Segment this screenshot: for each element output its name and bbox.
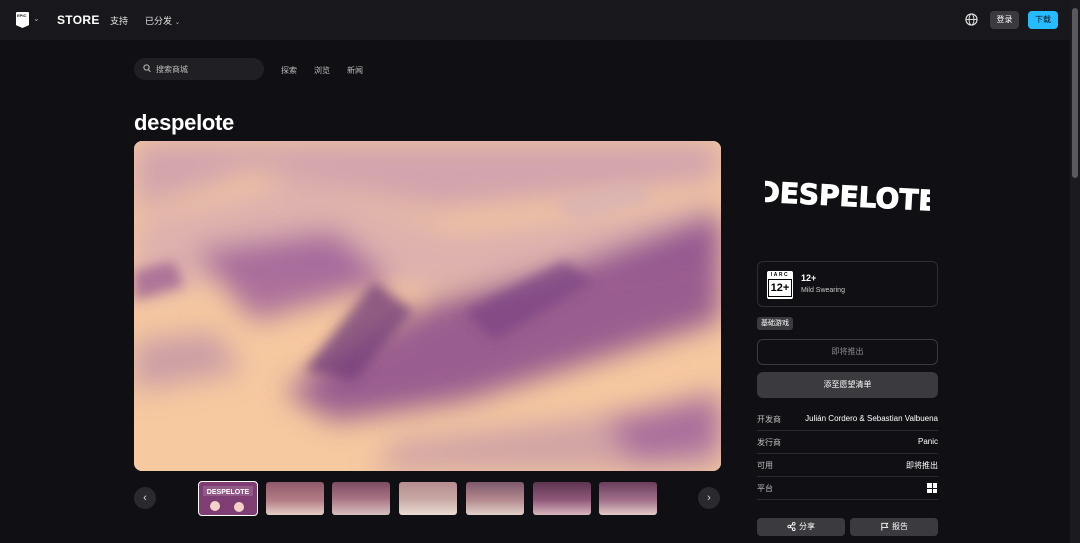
platform-row: 平台 xyxy=(757,477,938,500)
report-label: 报告 xyxy=(892,522,908,531)
search-icon xyxy=(143,64,151,73)
globe-icon[interactable] xyxy=(965,13,978,26)
availability-value: 即将推出 xyxy=(906,461,938,470)
discover-link[interactable]: 探索 xyxy=(281,65,297,76)
iarc-rating-icon: IARC 12+ xyxy=(767,271,793,299)
publisher-row: 发行商 Panic xyxy=(757,431,938,454)
thumbnail-1[interactable]: DESPELOTE xyxy=(198,481,258,516)
thumbnail-3[interactable] xyxy=(332,482,390,515)
availability-row: 可用 即将推出 xyxy=(757,454,938,477)
page-scrollbar[interactable] xyxy=(1070,0,1080,543)
game-logo: DESPELOTE xyxy=(765,176,930,218)
distribute-link[interactable]: 已分发 ⌄ xyxy=(145,14,180,27)
search-placeholder: 搜索商城 xyxy=(156,65,188,74)
scrollbar-thumb[interactable] xyxy=(1072,8,1078,178)
news-link[interactable]: 新闻 xyxy=(347,65,363,76)
thumbnail-5[interactable] xyxy=(466,482,524,515)
page-title: despelote xyxy=(134,110,234,135)
thumbnail-4[interactable] xyxy=(399,482,457,515)
developer-row: 开发商 Julián Cordero & Sebastian Valbuena xyxy=(757,408,938,431)
publisher-label: 发行商 xyxy=(757,438,781,447)
login-button[interactable]: 登录 xyxy=(990,11,1019,29)
rating-descriptor: Mild Swearing xyxy=(801,287,845,294)
share-label: 分享 xyxy=(799,522,815,531)
svg-text:DESPELOTE: DESPELOTE xyxy=(207,489,250,496)
thumbnail-7[interactable] xyxy=(599,482,657,515)
browse-link[interactable]: 浏览 xyxy=(314,65,330,76)
store-link[interactable]: STORE xyxy=(57,13,100,27)
add-to-wishlist-button[interactable]: 添至愿望清单 xyxy=(757,372,938,398)
report-button[interactable]: 报告 xyxy=(850,518,938,536)
top-nav: EPIC ⌄ STORE 支持 已分发 ⌄ 登录 下载 xyxy=(0,0,1070,40)
publisher-value: Panic xyxy=(917,437,938,446)
hero-media[interactable] xyxy=(134,141,721,471)
carousel-prev-button[interactable]: ‹ xyxy=(134,487,156,509)
thumbnail-2[interactable] xyxy=(266,482,324,515)
epic-games-logo[interactable]: EPIC xyxy=(16,12,29,28)
chevron-down-icon[interactable]: ⌄ xyxy=(33,14,40,23)
rating-age: 12+ xyxy=(801,273,817,283)
developer-value: Julián Cordero & Sebastian Valbuena xyxy=(805,414,938,423)
chevron-down-icon: ⌄ xyxy=(174,19,181,26)
distribute-label: 已分发 xyxy=(145,16,173,26)
coming-soon-button[interactable]: 即将推出 xyxy=(757,339,938,365)
developer-label: 开发商 xyxy=(757,415,781,424)
carousel-next-button[interactable]: › xyxy=(698,487,720,509)
platform-label: 平台 xyxy=(757,484,773,493)
share-icon xyxy=(787,522,796,531)
base-game-badge: 基础游戏 xyxy=(757,317,793,330)
windows-icon xyxy=(927,483,937,493)
support-link[interactable]: 支持 xyxy=(110,14,128,27)
download-button[interactable]: 下载 xyxy=(1028,11,1058,29)
search-input[interactable]: 搜索商城 xyxy=(134,58,264,80)
svg-text:DESPELOTE: DESPELOTE xyxy=(765,176,930,218)
availability-label: 可用 xyxy=(757,461,773,470)
flag-icon xyxy=(881,522,889,531)
share-button[interactable]: 分享 xyxy=(757,518,845,536)
thumbnail-6[interactable] xyxy=(533,482,591,515)
age-rating-card: IARC 12+ 12+ Mild Swearing xyxy=(757,261,938,307)
